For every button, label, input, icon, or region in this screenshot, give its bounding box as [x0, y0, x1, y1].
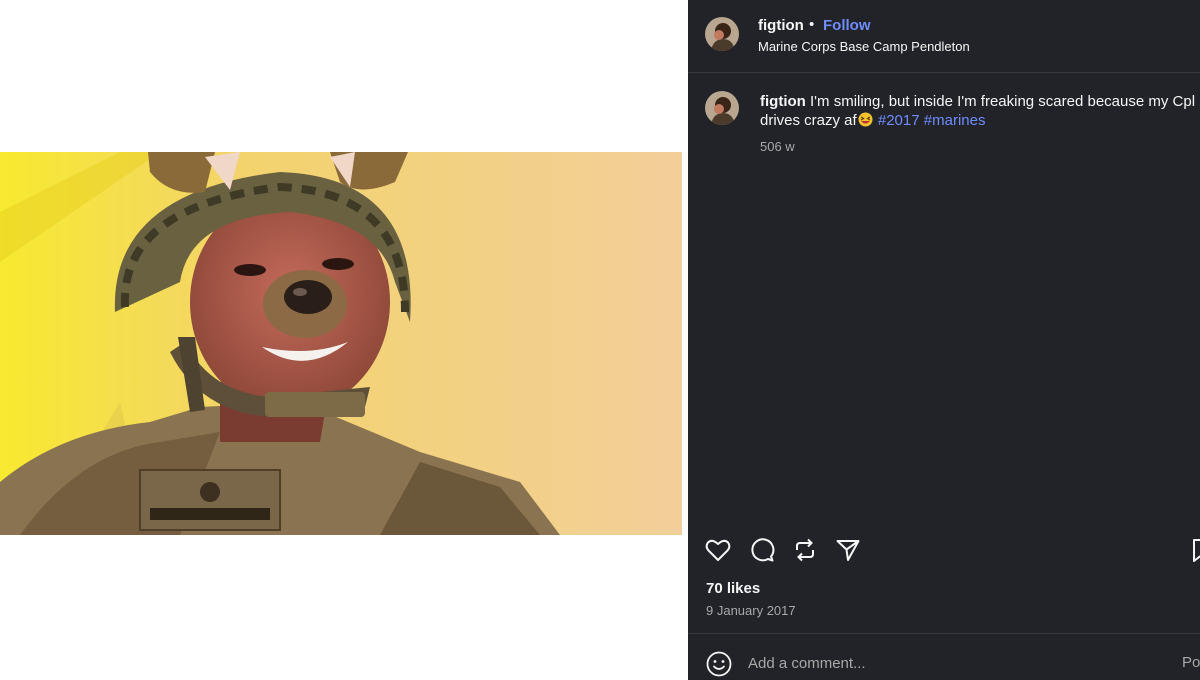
caption-text: I'm smiling, but inside I'm freaking sca…: [810, 93, 1196, 110]
post-media-pane: [0, 0, 688, 680]
post-header: figtion • Follow Marine Corps Base Camp …: [688, 0, 1200, 73]
share-icon[interactable]: [834, 536, 862, 564]
hashtag-marines[interactable]: #marines: [924, 112, 986, 129]
post-photo[interactable]: [0, 152, 682, 535]
action-bar: [688, 530, 1200, 570]
caption-username[interactable]: figtion: [760, 93, 806, 110]
comment-bar: Post: [688, 633, 1200, 680]
separator-dot: •: [809, 16, 815, 33]
time-ago[interactable]: 506 w: [760, 139, 795, 154]
caption-avatar[interactable]: [705, 91, 739, 125]
post-date: 9 January 2017: [706, 603, 796, 618]
grinning-squint-emoji-icon: [857, 112, 874, 127]
caption-line-1: figtion I'm smiling, but inside I'm frea…: [760, 92, 1200, 112]
likes-count[interactable]: 70 likes: [706, 580, 760, 597]
bookmark-icon[interactable]: [1190, 536, 1200, 564]
repost-icon[interactable]: [791, 536, 819, 564]
hashtag-2017[interactable]: #2017: [878, 112, 920, 129]
location-link[interactable]: Marine Corps Base Camp Pendleton: [758, 39, 970, 54]
caption-line-2: drives crazy af #2017 #marines: [760, 111, 985, 131]
heart-icon[interactable]: [704, 536, 732, 564]
caption-text-continued: drives crazy af: [760, 112, 857, 129]
avatar[interactable]: [705, 17, 739, 51]
follow-button[interactable]: Follow: [823, 17, 871, 34]
comment-icon[interactable]: [748, 536, 776, 564]
emoji-icon[interactable]: [706, 651, 732, 677]
post-details-panel: figtion • Follow Marine Corps Base Camp …: [688, 0, 1200, 680]
username[interactable]: figtion: [758, 17, 804, 34]
comment-input[interactable]: [748, 652, 1148, 674]
post-comment-button[interactable]: Post: [1182, 654, 1200, 671]
